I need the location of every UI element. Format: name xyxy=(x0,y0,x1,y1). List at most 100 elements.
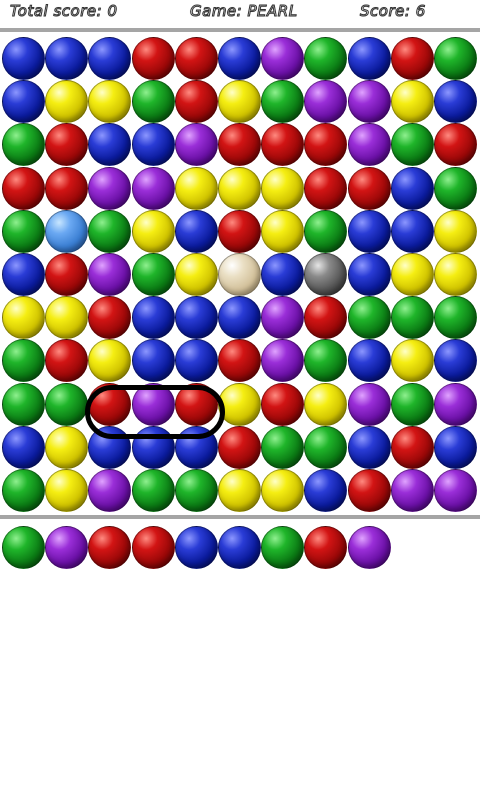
purple-ball[interactable] xyxy=(434,382,477,426)
red-ball[interactable] xyxy=(434,123,477,167)
blue-ball[interactable] xyxy=(218,37,261,80)
blue-ball[interactable] xyxy=(304,469,348,512)
yellow-ball[interactable] xyxy=(304,382,348,426)
yellow-ball[interactable] xyxy=(261,469,305,512)
red-ball[interactable] xyxy=(88,382,132,426)
red-ball[interactable] xyxy=(45,123,89,167)
purple-ball[interactable] xyxy=(174,123,218,167)
red-ball[interactable] xyxy=(45,339,89,383)
purple-ball[interactable] xyxy=(88,166,132,210)
green-ball[interactable] xyxy=(304,209,348,253)
yellow-ball[interactable] xyxy=(45,469,89,512)
purple-ball[interactable] xyxy=(131,382,175,426)
blue-ball[interactable] xyxy=(434,425,477,469)
blue-ball[interactable] xyxy=(390,209,434,253)
red-ball[interactable] xyxy=(304,296,348,340)
green-ball[interactable] xyxy=(2,469,45,512)
green-ball[interactable] xyxy=(390,382,434,426)
blue-ball[interactable] xyxy=(390,166,434,210)
blue-ball[interactable] xyxy=(88,425,132,469)
yellow-ball[interactable] xyxy=(45,296,89,340)
green-ball[interactable] xyxy=(390,123,434,167)
yellow-ball[interactable] xyxy=(434,253,477,296)
blue-ball[interactable] xyxy=(347,37,391,80)
blue-ball[interactable] xyxy=(218,296,261,340)
blue-ball[interactable] xyxy=(347,339,391,383)
green-ball[interactable] xyxy=(347,296,391,340)
red-ball[interactable] xyxy=(390,425,434,469)
green-ball[interactable] xyxy=(174,469,218,512)
blue-ball[interactable] xyxy=(434,80,477,124)
purple-ball[interactable] xyxy=(88,469,132,512)
green-ball[interactable] xyxy=(2,339,45,383)
green-ball[interactable] xyxy=(45,382,89,426)
blue-ball[interactable] xyxy=(88,37,132,80)
yellow-ball[interactable] xyxy=(174,253,218,296)
green-ball[interactable] xyxy=(2,382,45,426)
green-ball[interactable] xyxy=(434,296,477,340)
red-ball[interactable] xyxy=(2,166,45,210)
red-ball[interactable] xyxy=(88,296,132,340)
green-ball[interactable] xyxy=(304,37,348,80)
red-ball[interactable] xyxy=(174,382,218,426)
red-ball[interactable] xyxy=(304,166,348,210)
blue-ball[interactable] xyxy=(174,339,218,383)
red-ball[interactable] xyxy=(218,209,261,253)
green-ball[interactable] xyxy=(434,37,477,80)
red-ball[interactable] xyxy=(131,37,175,80)
blue-ball[interactable] xyxy=(347,253,391,296)
red-ball[interactable] xyxy=(45,253,89,296)
red-ball[interactable] xyxy=(261,382,305,426)
beige-ball[interactable] xyxy=(218,253,261,296)
purple-ball[interactable] xyxy=(261,37,305,80)
green-ball[interactable] xyxy=(261,80,305,124)
purple-ball[interactable] xyxy=(347,80,391,124)
blue-ball[interactable] xyxy=(174,296,218,340)
purple-ball[interactable] xyxy=(347,382,391,426)
yellow-ball[interactable] xyxy=(2,296,45,340)
red-ball[interactable] xyxy=(390,37,434,80)
blue-ball[interactable] xyxy=(347,209,391,253)
purple-ball[interactable] xyxy=(434,469,477,512)
red-ball[interactable] xyxy=(45,166,89,210)
yellow-ball[interactable] xyxy=(88,80,132,124)
yellow-ball[interactable] xyxy=(174,166,218,210)
green-ball[interactable] xyxy=(131,80,175,124)
green-ball[interactable] xyxy=(261,425,305,469)
purple-ball[interactable] xyxy=(390,469,434,512)
blue-ball[interactable] xyxy=(2,37,45,80)
yellow-ball[interactable] xyxy=(45,425,89,469)
blue-ball[interactable] xyxy=(131,339,175,383)
yellow-ball[interactable] xyxy=(131,209,175,253)
green-ball[interactable] xyxy=(88,209,132,253)
yellow-ball[interactable] xyxy=(218,382,261,426)
yellow-ball[interactable] xyxy=(390,80,434,124)
blue-ball[interactable] xyxy=(2,253,45,296)
blue-ball[interactable] xyxy=(434,339,477,383)
blue-ball[interactable] xyxy=(131,123,175,167)
yellow-ball[interactable] xyxy=(261,166,305,210)
yellow-ball[interactable] xyxy=(390,339,434,383)
yellow-ball[interactable] xyxy=(261,209,305,253)
purple-ball[interactable] xyxy=(347,123,391,167)
blue-ball[interactable] xyxy=(174,425,218,469)
yellow-ball[interactable] xyxy=(45,80,89,124)
green-ball[interactable] xyxy=(304,425,348,469)
green-ball[interactable] xyxy=(390,296,434,340)
blue-ball[interactable] xyxy=(347,425,391,469)
green-ball[interactable] xyxy=(2,123,45,167)
blue-ball[interactable] xyxy=(2,425,45,469)
blue-ball[interactable] xyxy=(131,425,175,469)
yellow-ball[interactable] xyxy=(218,469,261,512)
red-ball[interactable] xyxy=(218,123,261,167)
yellow-ball[interactable] xyxy=(218,80,261,124)
red-ball[interactable] xyxy=(347,166,391,210)
yellow-ball[interactable] xyxy=(88,339,132,383)
green-ball[interactable] xyxy=(131,253,175,296)
red-ball[interactable] xyxy=(218,425,261,469)
red-ball[interactable] xyxy=(304,123,348,167)
blue-ball[interactable] xyxy=(261,253,305,296)
gray-ball[interactable] xyxy=(304,253,348,296)
purple-ball[interactable] xyxy=(261,339,305,383)
yellow-ball[interactable] xyxy=(218,166,261,210)
